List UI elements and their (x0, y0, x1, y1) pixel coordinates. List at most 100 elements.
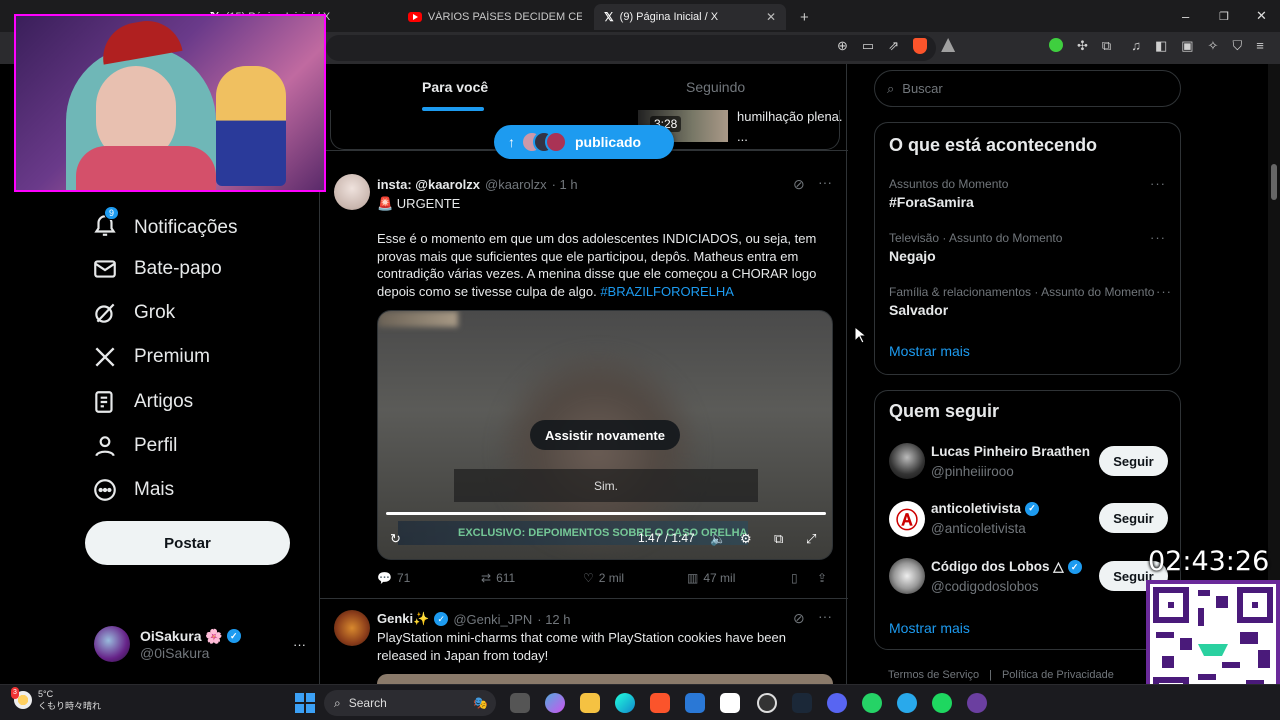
video-player[interactable]: Assistir novamente Sim. EXCLUSIVO: DEPOI… (377, 310, 833, 560)
terms-link[interactable]: Termos de Serviço (888, 669, 979, 681)
tab-for-you[interactable]: Para você (422, 79, 488, 95)
taskbar-search[interactable]: ⌕ Search 🎭 (324, 690, 496, 716)
extensions-puzzle-icon[interactable]: ✣ (1077, 38, 1088, 54)
x-logo-icon (95, 347, 115, 367)
weather-description: くもり時々晴れ (38, 701, 102, 711)
grok-icon[interactable]: ⊘ (793, 610, 805, 627)
whatsapp-icon[interactable] (862, 693, 882, 713)
avatar[interactable] (334, 610, 370, 646)
picture-in-picture-icon[interactable]: ⧉ (774, 531, 783, 547)
menu-icon[interactable]: ≡ (1256, 38, 1264, 54)
share-icon[interactable]: ⇪ (817, 571, 827, 585)
share-icon[interactable]: ⇗ (888, 38, 899, 54)
screenshot-icon[interactable]: ⧉ (1102, 38, 1111, 54)
profile-handle: @0iSakura (140, 644, 210, 661)
nav-profile[interactable]: Perfil (92, 433, 177, 459)
close-window-button[interactable]: ✕ (1256, 0, 1267, 32)
follow-button[interactable]: Seguir (1099, 503, 1168, 533)
replay-icon[interactable]: ↻ (390, 531, 401, 547)
replay-button[interactable]: Assistir novamente (530, 420, 680, 450)
timestamp[interactable]: · 1 h (552, 177, 578, 192)
telegram-icon[interactable] (897, 693, 917, 713)
terminal-icon[interactable] (720, 693, 740, 713)
nav-articles[interactable]: Artigos (92, 389, 193, 415)
steam-icon[interactable] (792, 693, 812, 713)
nav-more[interactable]: Mais (92, 477, 174, 503)
show-more-link[interactable]: Mostrar mais (889, 343, 970, 359)
zoom-icon[interactable]: ⊕ (837, 38, 848, 54)
edge-icon[interactable] (615, 693, 635, 713)
minimize-button[interactable]: – (1182, 0, 1189, 32)
show-more-link[interactable]: Mostrar mais (889, 620, 970, 636)
volume-icon[interactable]: 🔈 (710, 531, 726, 547)
settings-gear-icon[interactable]: ⚙ (740, 531, 752, 547)
task-view-icon[interactable] (510, 693, 530, 713)
nav-grok[interactable]: Grok (92, 300, 175, 326)
obs-icon[interactable] (757, 693, 777, 713)
scrollbar-thumb[interactable] (1271, 164, 1277, 200)
new-posts-pill[interactable]: ↑ publicado (494, 125, 674, 159)
brave-icon[interactable] (650, 693, 670, 713)
wolf-logo-icon[interactable] (889, 558, 925, 594)
brave-rewards-icon[interactable]: 1 (941, 38, 956, 52)
vpn-icon[interactable]: ⛉ (1232, 38, 1242, 54)
cast-icon[interactable]: ▭ (862, 38, 874, 54)
privacy-link[interactable]: Política de Privacidade (1002, 669, 1114, 681)
more-options-icon[interactable]: ··· (1150, 230, 1166, 245)
close-tab-icon[interactable]: ✕ (766, 10, 776, 24)
brave-shield-icon[interactable] (913, 38, 928, 54)
reply-icon: 💬 (377, 571, 392, 585)
reply-button[interactable]: 💬 71 (377, 571, 410, 585)
youtube-icon (408, 12, 422, 22)
nav-chat[interactable]: Bate-papo (92, 256, 222, 282)
file-explorer-icon[interactable] (580, 693, 600, 713)
weather-widget[interactable]: 3 5°C くもり時々晴れ (11, 687, 102, 712)
timeline: Para você Seguindo 3:28 humilhação plena… (319, 64, 848, 684)
post-button[interactable]: Postar (85, 521, 290, 565)
discord-icon[interactable] (827, 693, 847, 713)
fullscreen-icon[interactable]: ⤢ (806, 531, 816, 547)
more-options-icon[interactable]: ··· (293, 637, 306, 652)
bookmark-icon[interactable]: ▯ (791, 571, 798, 585)
author-handle[interactable]: @kaarolzx (485, 177, 547, 192)
leo-ai-icon[interactable]: ✧ (1208, 38, 1219, 54)
more-options-icon[interactable]: ··· (1150, 176, 1166, 191)
search-input[interactable]: ⌕ Buscar (874, 70, 1181, 107)
tab-following[interactable]: Seguindo (686, 79, 745, 95)
microsoft-store-icon[interactable] (685, 693, 705, 713)
spotify-icon[interactable] (932, 693, 952, 713)
avatar[interactable] (334, 174, 370, 210)
like-button[interactable]: ♡ 2 mil (583, 571, 624, 585)
author-handle[interactable]: @Genki_JPN (453, 612, 532, 627)
video-progress-bar[interactable] (386, 512, 826, 515)
browser-tab-youtube[interactable]: VÁRIOS PAÍSES DECIDEM CENSURAR (398, 4, 592, 30)
windows-start-icon[interactable] (295, 693, 315, 713)
follow-button[interactable]: Seguir (1099, 446, 1168, 476)
app-icon[interactable] (967, 693, 987, 713)
timestamp[interactable]: · 12 h (537, 612, 570, 627)
maximize-button[interactable]: ❐ (1219, 0, 1229, 32)
account-switcher[interactable]: OiSakura 🌸 ✓ @0iSakura ··· (94, 624, 306, 664)
wallet-icon[interactable]: ▣ (1181, 38, 1193, 54)
tweet-media[interactable] (377, 674, 833, 684)
views-button[interactable]: ▥ 47 mil (687, 571, 735, 585)
hashtag-link[interactable]: #BRAZILFORORELHA (600, 284, 734, 299)
nav-notifications[interactable]: 9 Notificações (92, 206, 238, 244)
more-options-icon[interactable]: ··· (818, 174, 832, 190)
sidebar-toggle-icon[interactable]: ◧ (1155, 38, 1167, 54)
copilot-icon[interactable] (545, 693, 565, 713)
new-tab-button[interactable]: + (790, 4, 816, 30)
avatar[interactable] (889, 443, 925, 479)
person-icon (95, 436, 115, 457)
more-options-icon[interactable]: ··· (818, 608, 832, 624)
author-name[interactable]: insta: @kaarolzx (377, 177, 480, 192)
nav-premium[interactable]: Premium (92, 344, 210, 370)
author-name[interactable]: Genki✨ (377, 611, 429, 627)
extension-green-icon[interactable] (1049, 38, 1063, 52)
more-options-icon[interactable]: ··· (1156, 284, 1172, 299)
anarchy-logo-icon[interactable]: Ⓐ (889, 501, 925, 537)
browser-tab-x-active[interactable]: 𝕏 (9) Página Inicial / X ✕ (594, 4, 786, 30)
repost-button[interactable]: ⇄ 611 (481, 571, 515, 585)
music-icon[interactable]: ♫ (1131, 38, 1141, 54)
grok-icon[interactable]: ⊘ (793, 176, 805, 193)
